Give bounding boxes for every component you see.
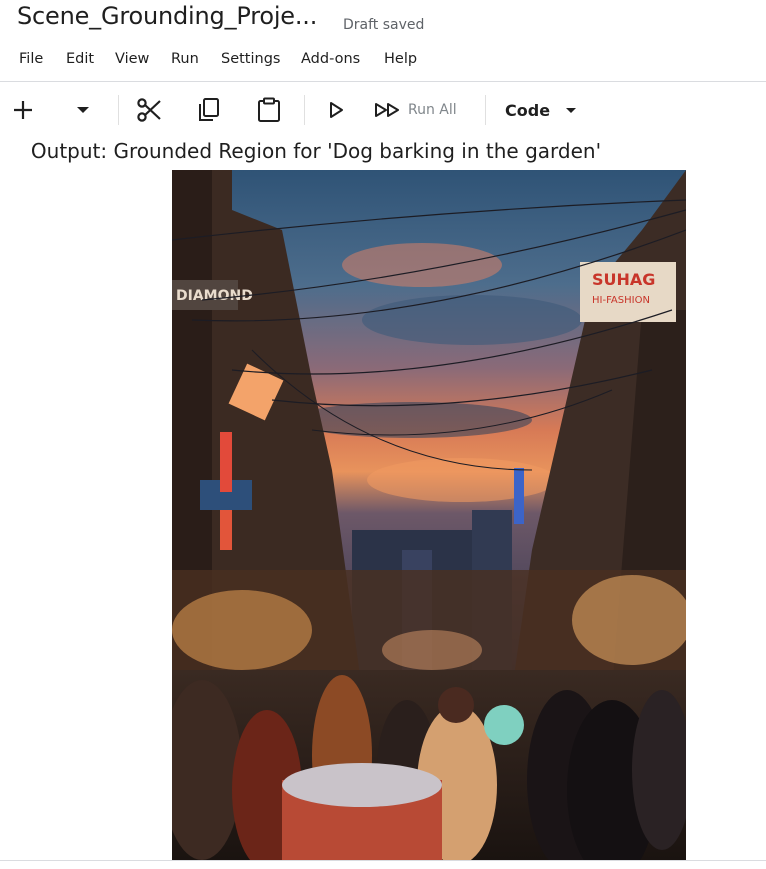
toolbar-separator: [118, 95, 119, 125]
output-title-text: Output: Grounded Region for 'Dog barking…: [30, 139, 602, 163]
suhag-sign: SUHAG: [592, 270, 655, 289]
cut-button[interactable]: [134, 94, 164, 126]
menu-add-ons[interactable]: Add-ons: [301, 47, 360, 71]
notebook-title[interactable]: Scene_Grounding_Proje...: [17, 2, 317, 30]
menu-bar: File Edit View Run Settings Add-ons Help: [0, 44, 766, 74]
run-all-label: Run All: [408, 102, 457, 118]
add-cell-dropdown-button[interactable]: [70, 94, 96, 126]
menu-file[interactable]: File: [19, 47, 43, 71]
run-all-button[interactable]: Run All: [374, 94, 472, 126]
caret-down-icon: [566, 107, 577, 113]
plus-icon: [14, 101, 32, 119]
toolbar: Run All Code: [0, 82, 766, 138]
cell-type-select[interactable]: Code: [505, 94, 589, 126]
menu-edit[interactable]: Edit: [66, 47, 94, 71]
paste-button[interactable]: [254, 94, 284, 126]
clipboard-icon: [258, 97, 280, 122]
cell-divider: [0, 860, 766, 861]
run-cell-button[interactable]: [324, 94, 348, 126]
cell-type-label: Code: [505, 100, 551, 120]
menu-run[interactable]: Run: [171, 47, 199, 71]
toolbar-separator: [485, 95, 486, 125]
fast-forward-icon: [375, 103, 399, 117]
save-status: Draft saved: [343, 17, 425, 33]
street-market-photo: DIAMOND SUHAG HI-FASHION: [172, 170, 686, 860]
output-title: Output: Grounded Region for 'Dog barking…: [0, 139, 766, 163]
hi-fashion-sign: HI-FASHION: [592, 295, 650, 306]
copy-button[interactable]: [194, 94, 224, 126]
play-icon: [330, 102, 343, 118]
menu-help[interactable]: Help: [384, 47, 417, 71]
caret-down-icon: [77, 107, 89, 113]
menu-settings[interactable]: Settings: [221, 47, 280, 71]
scissors-icon: [137, 98, 161, 122]
output-image: DIAMOND SUHAG HI-FASHION: [172, 170, 686, 860]
title-bar: Scene_Grounding_Proje... Draft saved: [0, 0, 766, 40]
add-cell-button[interactable]: [8, 94, 38, 126]
copy-icon: [199, 98, 219, 121]
toolbar-separator: [304, 95, 305, 125]
menu-view[interactable]: View: [115, 47, 149, 71]
